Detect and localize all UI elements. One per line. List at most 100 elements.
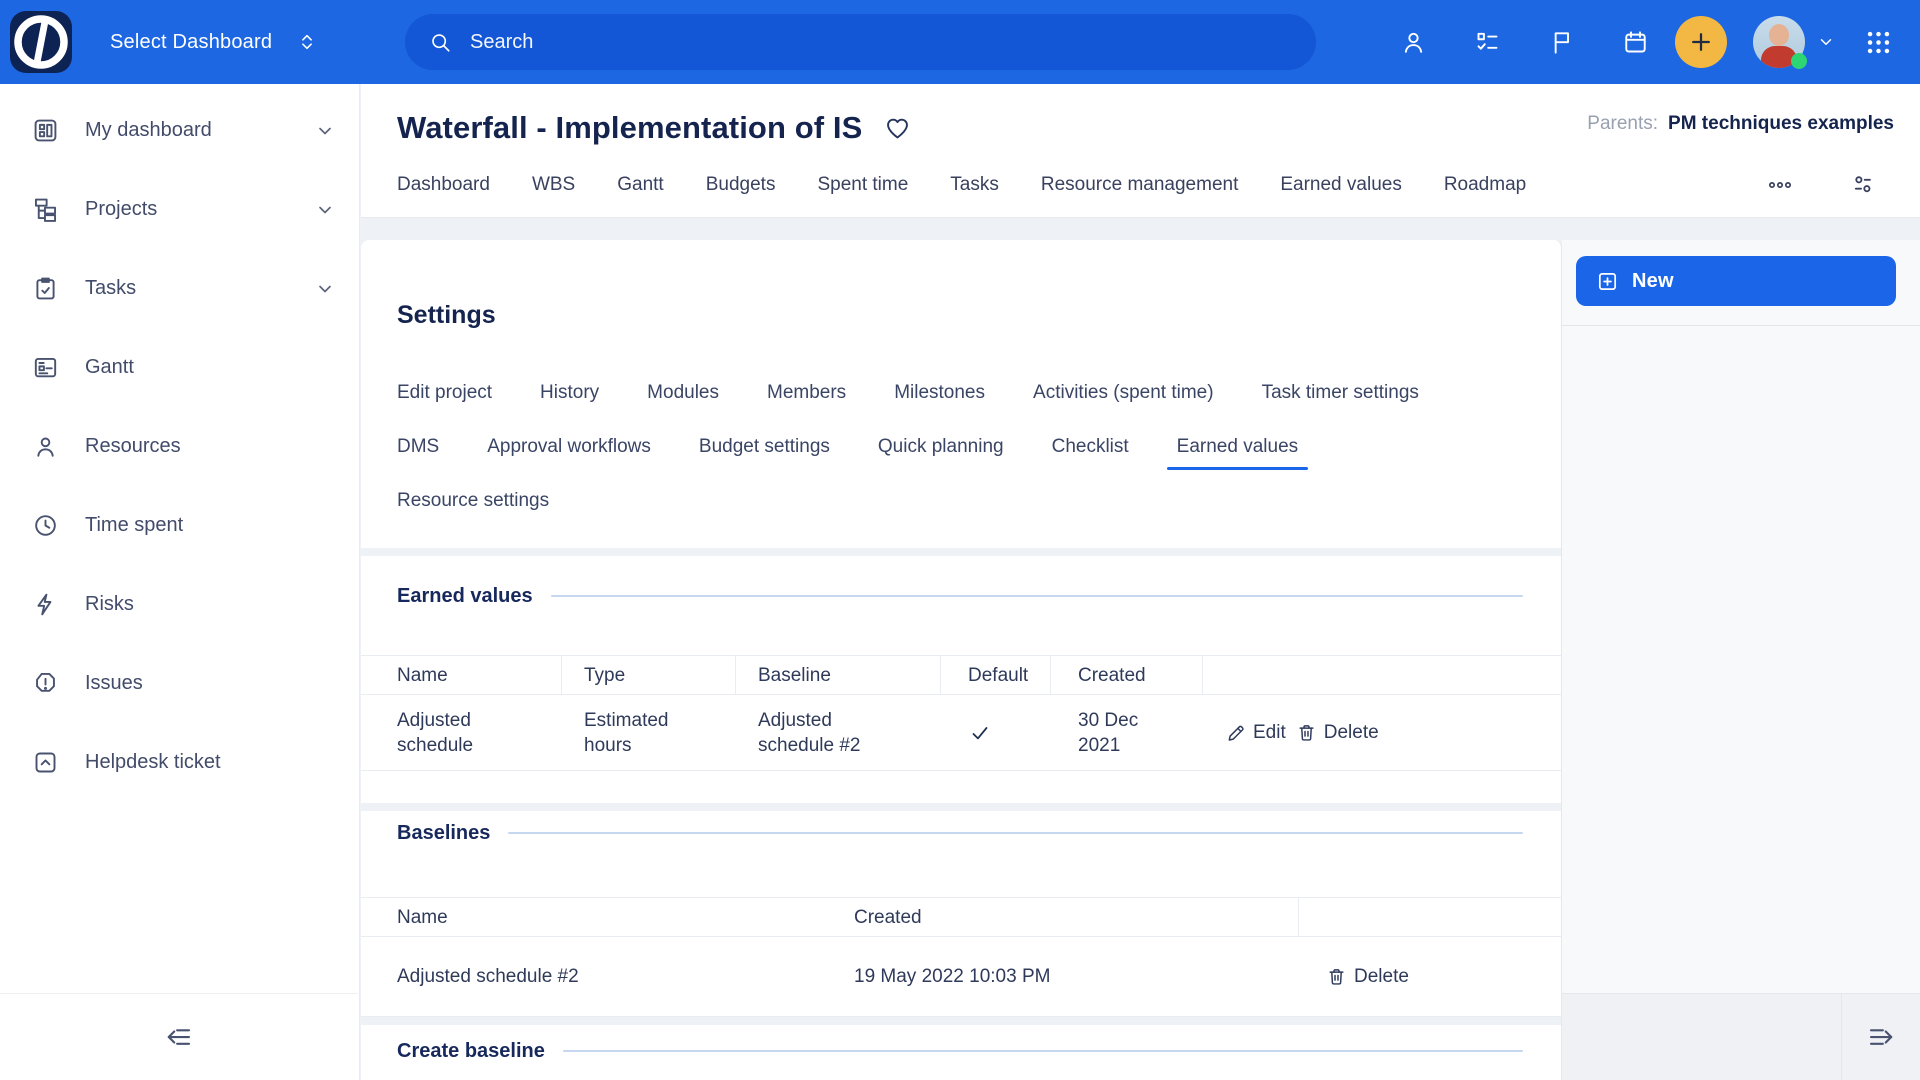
parents-label: Parents: — [1587, 113, 1658, 135]
backdrop-strip — [361, 218, 1920, 240]
favorite-heart-icon[interactable] — [884, 115, 911, 142]
tab-spent-time[interactable]: Spent time — [817, 174, 908, 196]
topbar-actions — [1400, 0, 1892, 84]
settings-links-row: Edit project History Modules Members Milesto… — [397, 366, 1523, 420]
chevron-down-icon[interactable] — [315, 279, 335, 299]
sidebar-nav: My dashboard Projects Tasks Gantt ResourcesT… — [0, 84, 359, 802]
sidebar-item-label: My dashboard — [85, 119, 212, 142]
issues-icon — [32, 670, 59, 697]
chevron-down-icon[interactable] — [315, 121, 335, 141]
edit-label: Edit — [1253, 720, 1286, 745]
tab-gantt[interactable]: Gantt — [617, 174, 663, 196]
global-search[interactable] — [405, 14, 1316, 70]
plus-icon — [1688, 29, 1714, 55]
sidebar-item-resources[interactable]: Resources — [0, 407, 359, 486]
check-icon — [968, 721, 992, 745]
helpdesk-icon — [32, 749, 59, 776]
cell-name: Adjusted schedule — [361, 708, 562, 758]
settings-link-earned-values[interactable]: Earned values — [1177, 436, 1298, 458]
settings-link-checklist[interactable]: Checklist — [1052, 436, 1129, 458]
trash-icon — [1296, 722, 1317, 743]
chevron-down-icon[interactable] — [1817, 33, 1835, 51]
edit-button[interactable]: Edit — [1225, 720, 1286, 745]
sidebar-item-projects[interactable]: Projects — [0, 170, 359, 249]
sidebar-item-label: Tasks — [85, 277, 136, 300]
projects-icon — [32, 196, 59, 223]
status-dot — [1791, 53, 1807, 69]
calendar-icon[interactable] — [1622, 29, 1649, 56]
section-rule — [508, 832, 1523, 834]
settings-link-task-timer-settings[interactable]: Task timer settings — [1262, 382, 1419, 404]
sidebar-item-helpdesk-ticket[interactable]: Helpdesk ticket — [0, 723, 359, 802]
table-header-row: NameCreated — [361, 897, 1561, 937]
sidebar-item-risks[interactable]: Risks — [0, 565, 359, 644]
tab-settings-icon[interactable] — [1850, 172, 1876, 198]
search-icon — [429, 31, 452, 54]
settings-link-budget-settings[interactable]: Budget settings — [699, 436, 830, 458]
right-panel: New — [1562, 240, 1920, 1080]
column-header-type: Type — [562, 656, 736, 694]
cell-created: 30 Dec 2021 — [1051, 708, 1203, 758]
baseline-row: Adjusted schedule #219 May 2022 10:03 PM… — [361, 937, 1561, 1017]
settings-link-dms[interactable]: DMS — [397, 436, 439, 458]
search-input[interactable] — [468, 30, 1304, 55]
parents-link[interactable]: PM techniques examples — [1668, 113, 1894, 135]
more-tabs-icon[interactable] — [1767, 172, 1793, 198]
settings-link-resource-settings[interactable]: Resource settings — [397, 490, 549, 512]
settings-link-approval-workflows[interactable]: Approval workflows — [487, 436, 651, 458]
dashboard-selector[interactable]: Select Dashboard — [110, 0, 318, 84]
sidebar: My dashboard Projects Tasks Gantt ResourcesT… — [0, 84, 360, 1080]
settings-link-quick-planning[interactable]: Quick planning — [878, 436, 1004, 458]
topbar: Select Dashboard — [0, 0, 1920, 84]
sidebar-item-label: Helpdesk ticket — [85, 751, 221, 774]
select-chevrons-icon[interactable] — [296, 29, 318, 55]
sidebar-item-tasks[interactable]: Tasks — [0, 249, 359, 328]
collapse-sidebar-icon[interactable] — [162, 1022, 196, 1052]
sidebar-item-gantt[interactable]: Gantt — [0, 328, 359, 407]
expand-panel-icon[interactable] — [1864, 1022, 1898, 1052]
new-button-label: New — [1632, 270, 1674, 293]
tab-roadmap[interactable]: Roadmap — [1444, 174, 1526, 196]
settings-link-history[interactable]: History — [540, 382, 599, 404]
checklist-icon[interactable] — [1474, 29, 1501, 56]
resources-icon — [32, 433, 59, 460]
project-header: Waterfall - Implementation of IS Parents… — [361, 84, 1920, 218]
logo-icon — [12, 13, 70, 71]
apps-grid-icon[interactable] — [1865, 29, 1892, 56]
user-icon[interactable] — [1400, 29, 1427, 56]
column-header-actions — [1203, 656, 1561, 694]
tab-budgets[interactable]: Budgets — [706, 174, 776, 196]
avatar[interactable] — [1753, 16, 1805, 68]
earned-values-heading: Earned values — [397, 582, 533, 610]
clock-icon — [32, 512, 59, 539]
sidebar-item-time-spent[interactable]: Time spent — [0, 486, 359, 565]
sidebar-item-issues[interactable]: Issues — [0, 644, 359, 723]
delete-button[interactable]: Delete — [1326, 964, 1409, 989]
tab-earned-values[interactable]: Earned values — [1280, 174, 1401, 196]
delete-button[interactable]: Delete — [1296, 720, 1379, 745]
tab-tasks[interactable]: Tasks — [950, 174, 999, 196]
page-title: Waterfall - Implementation of IS — [397, 110, 862, 146]
new-button[interactable]: New — [1576, 256, 1896, 306]
chevron-down-icon[interactable] — [315, 200, 335, 220]
settings-link-edit-project[interactable]: Edit project — [397, 382, 492, 404]
settings-link-activities-spent-time[interactable]: Activities (spent time) — [1033, 382, 1214, 404]
settings-links-row: DMS Approval workflows Budget settings Quic… — [397, 420, 1523, 474]
sidebar-item-label: Gantt — [85, 356, 134, 379]
tab-dashboard[interactable]: Dashboard — [397, 174, 490, 196]
settings-link-modules[interactable]: Modules — [647, 382, 719, 404]
tab-resource-management[interactable]: Resource management — [1041, 174, 1239, 196]
settings-link-members[interactable]: Members — [767, 382, 846, 404]
pencil-icon — [1225, 722, 1246, 743]
app-logo[interactable] — [10, 11, 72, 73]
section-rule — [551, 595, 1523, 597]
tab-wbs[interactable]: WBS — [532, 174, 575, 196]
section-divider — [361, 803, 1561, 811]
settings-link-milestones[interactable]: Milestones — [894, 382, 985, 404]
breadcrumb: Parents: PM techniques examples — [1587, 113, 1894, 135]
sidebar-item-my-dashboard[interactable]: My dashboard — [0, 91, 359, 170]
panel-divider — [1562, 325, 1920, 326]
quick-add-button[interactable] — [1675, 16, 1727, 68]
settings-heading: Settings — [397, 300, 1523, 330]
flag-icon[interactable] — [1548, 29, 1575, 56]
